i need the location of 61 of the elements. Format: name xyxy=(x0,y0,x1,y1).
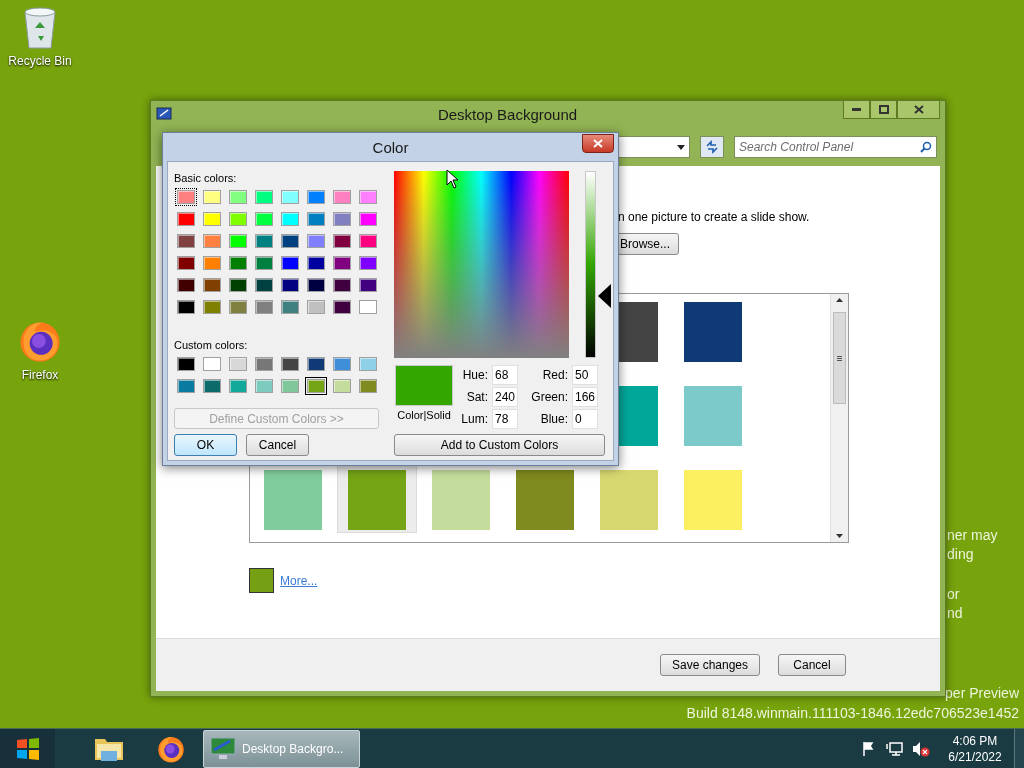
field-label: Sat: xyxy=(465,389,488,406)
network-icon[interactable] xyxy=(886,741,904,757)
value-field[interactable]: 166 xyxy=(572,387,598,407)
desktop-note: or nd xyxy=(947,585,964,623)
field-label: Hue: xyxy=(461,367,488,384)
minimize-icon xyxy=(852,108,861,111)
more-link[interactable]: More... xyxy=(280,573,318,588)
search-icon xyxy=(920,141,932,153)
scrollbar[interactable] xyxy=(830,294,848,542)
cancel-button[interactable]: Cancel xyxy=(246,434,309,456)
close-button[interactable] xyxy=(897,101,940,119)
refresh-icon xyxy=(705,140,719,154)
monitor-icon xyxy=(210,737,236,761)
caret-icon xyxy=(677,144,685,150)
value-field[interactable]: 240 xyxy=(492,387,518,407)
value-field[interactable]: 78 xyxy=(492,409,518,429)
close-icon xyxy=(593,139,603,148)
search-field[interactable]: Search Control Panel xyxy=(734,136,937,158)
close-icon xyxy=(913,105,924,114)
monitor-icon xyxy=(156,106,172,123)
refresh-button[interactable] xyxy=(700,136,724,158)
color-tile[interactable] xyxy=(337,465,417,533)
grip-icon xyxy=(837,355,842,361)
value-field[interactable]: 50 xyxy=(572,365,598,385)
preview-label: Color|Solid xyxy=(397,408,451,422)
instruction-text: n one picture to create a slide show. xyxy=(618,210,810,224)
volume-muted-icon[interactable] xyxy=(912,741,930,757)
save-button[interactable]: Save changes xyxy=(660,654,760,676)
luminance-slider[interactable] xyxy=(585,171,613,358)
start-button[interactable] xyxy=(0,729,55,768)
section-label: Basic colors: xyxy=(174,171,237,185)
firefox-icon xyxy=(156,734,186,764)
edition-text: per Preview xyxy=(945,685,1019,701)
field-label: Lum: xyxy=(460,411,488,428)
logo-icon xyxy=(14,737,41,761)
field-label: Red: xyxy=(541,367,568,384)
desktop-note: ner may ding xyxy=(947,526,998,564)
dialog-title: Color xyxy=(372,138,409,156)
clock-time[interactable]: 4:06 PM xyxy=(952,733,998,749)
build-text: Build 8148.winmain.111103-1846.12edc706523e1452 xyxy=(686,705,1019,721)
scroll-up-icon xyxy=(836,298,843,302)
value-field[interactable]: 0 xyxy=(572,409,598,429)
window-title: Desktop Background xyxy=(436,106,579,123)
add-to-custom-colors-button[interactable]: Add to Custom Colors xyxy=(394,434,605,456)
minimize-button[interactable] xyxy=(843,101,870,119)
recycle-bin-icon xyxy=(22,6,58,50)
pointer-icon xyxy=(446,169,459,189)
clock-date[interactable]: 6/21/2022 xyxy=(948,749,1002,765)
maximize-icon xyxy=(878,105,889,114)
maximize-button[interactable] xyxy=(870,101,897,119)
slider-arrow-icon[interactable] xyxy=(598,284,611,309)
ok-button[interactable]: OK xyxy=(174,434,237,456)
field-label: Blue: xyxy=(539,411,568,428)
scroll-down-icon xyxy=(836,534,843,538)
color-spectrum[interactable] xyxy=(394,171,569,358)
close-button[interactable] xyxy=(582,134,614,153)
show-desktop-button[interactable] xyxy=(1014,729,1024,768)
cancel-button[interactable]: Cancel xyxy=(778,654,846,676)
section-label: Custom colors: xyxy=(174,338,248,352)
value-field[interactable]: 68 xyxy=(492,365,518,385)
field-label: Green: xyxy=(530,389,568,406)
